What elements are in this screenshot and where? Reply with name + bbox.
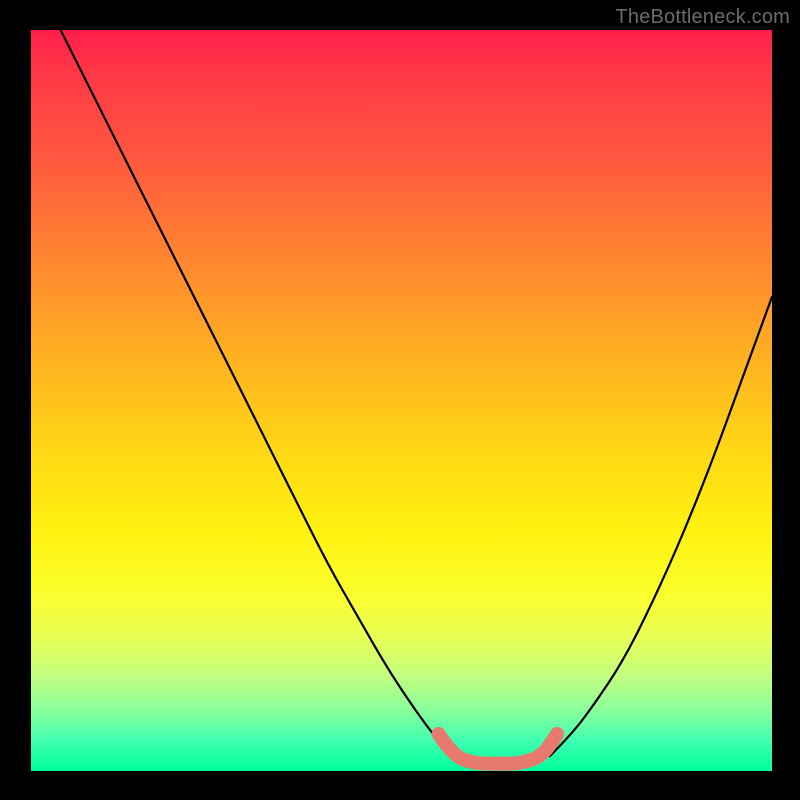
- curve-layer: [31, 30, 772, 771]
- watermark-text: TheBottleneck.com: [615, 6, 790, 29]
- chart-frame: TheBottleneck.com: [0, 0, 800, 800]
- curve-right-branch: [550, 297, 772, 756]
- curve-highlight: [439, 734, 557, 764]
- curve-left-branch: [61, 30, 454, 756]
- plot-area: [31, 30, 772, 771]
